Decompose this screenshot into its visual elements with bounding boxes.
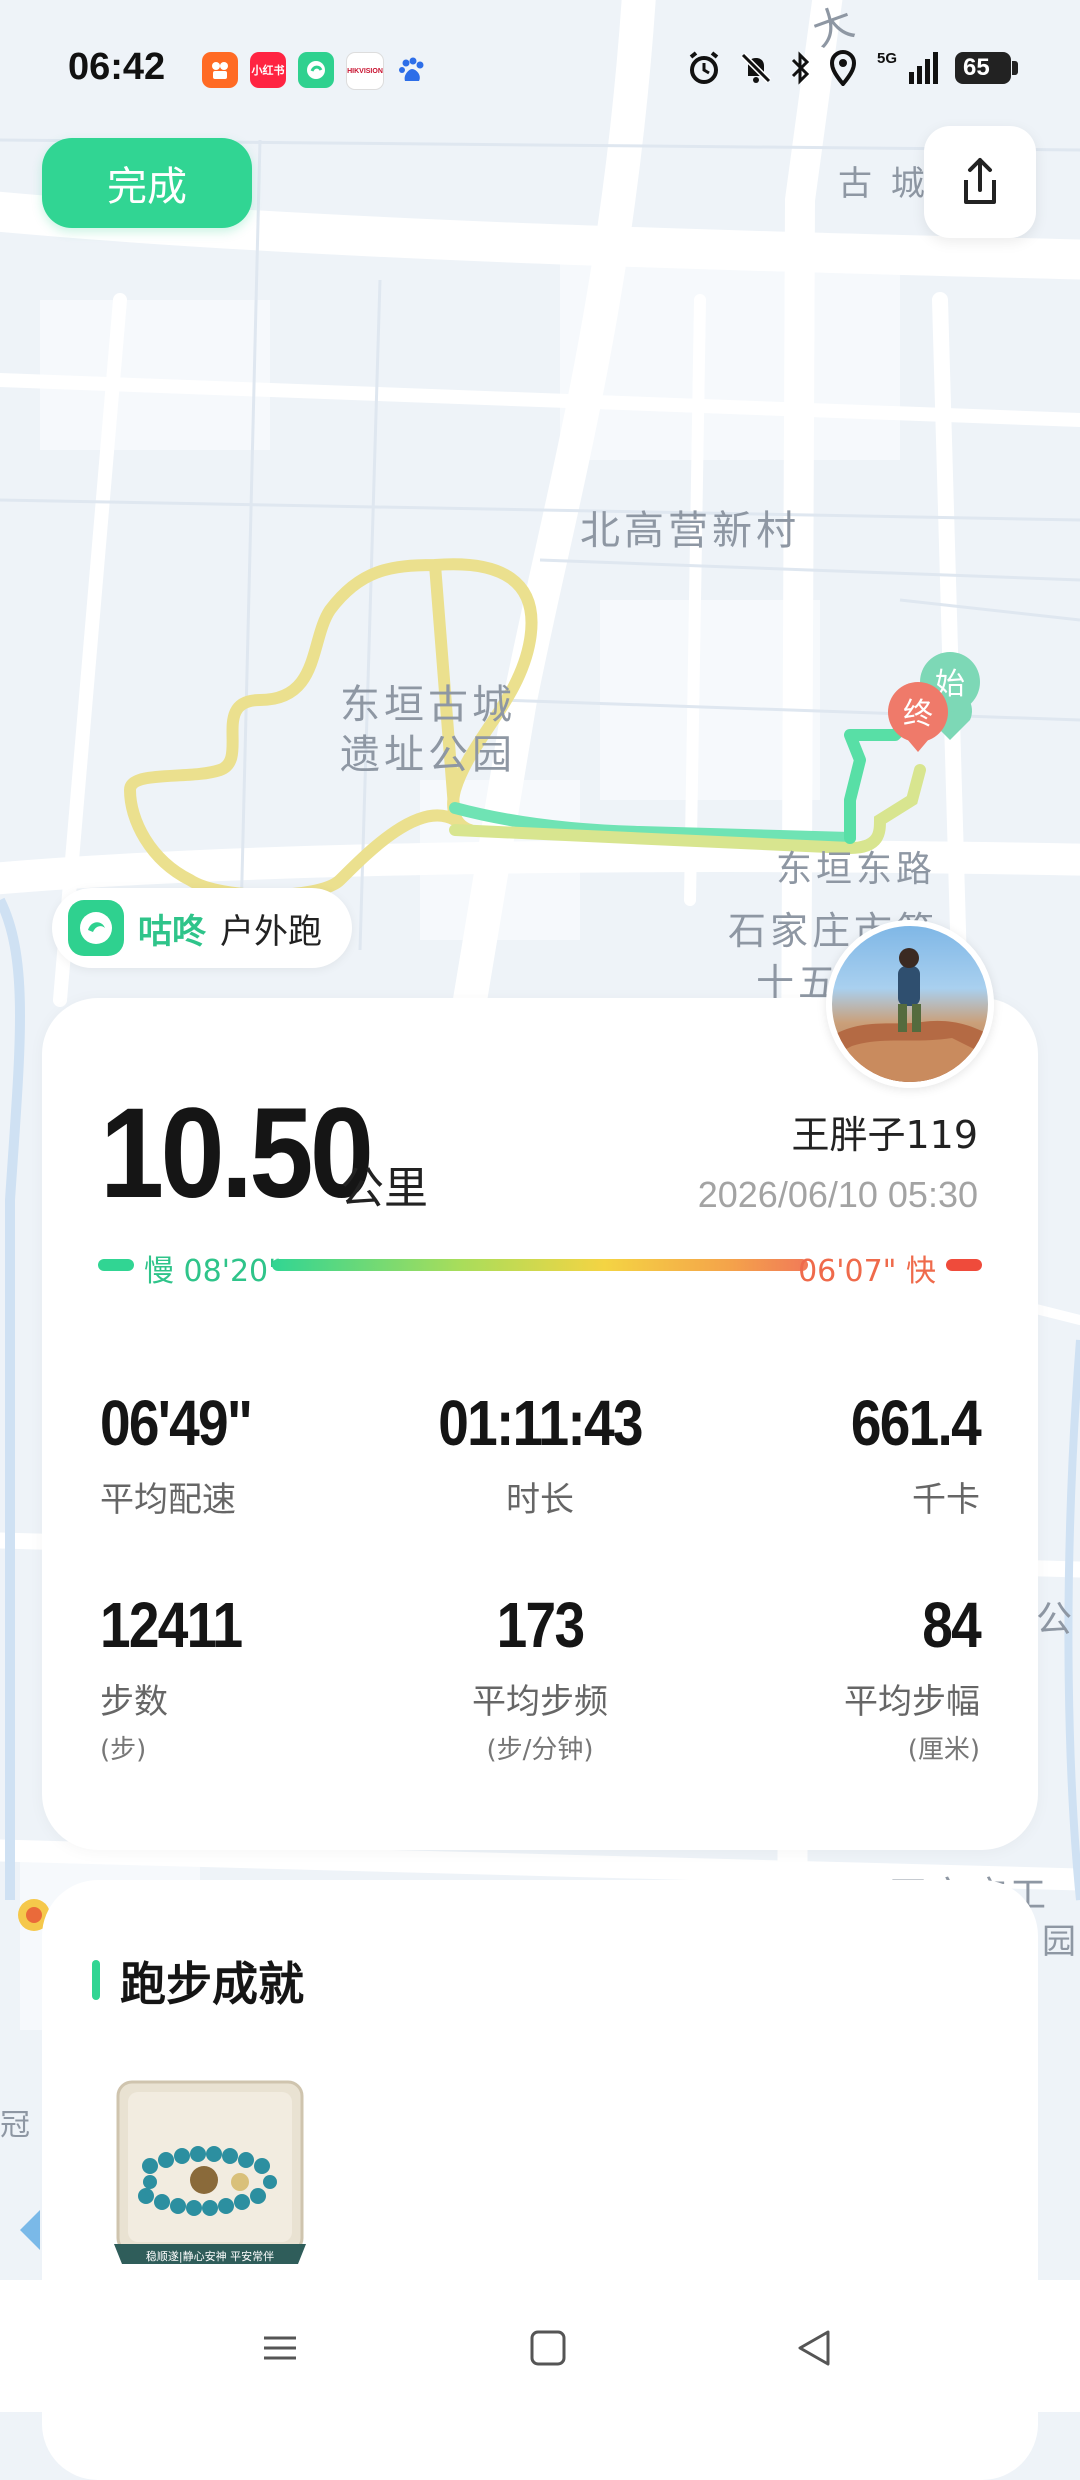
avatar[interactable] [826, 920, 994, 1088]
back-triangle-icon [798, 2330, 830, 2366]
pace-range-bar: 慢 08'20" 06'07" 快 [98, 1246, 982, 1289]
svg-text:终: 终 [903, 697, 933, 732]
pace-gradient [272, 1259, 808, 1271]
stat-unit: (步) [100, 1735, 147, 1765]
map-label-beigaoying: 北高营新村 [580, 508, 800, 554]
map-label-road: 东垣东路 [776, 849, 937, 890]
stat-value: 06'49" [100, 1387, 253, 1459]
distance-unit: 公里 [340, 1163, 428, 1214]
stat-value: 12411 [100, 1589, 243, 1661]
svg-text:5G: 5G [877, 50, 897, 67]
stat-value: 173 [496, 1589, 585, 1661]
status-bar: 06:42 小红书 HIKVISION 5G 65 [0, 0, 1080, 140]
xiaohongshu-icon: 小红书 [250, 52, 286, 88]
bracelet-medal-image: 稳顺遂|静心安神 平安常伴 [114, 2080, 306, 2264]
menu-icon [264, 2336, 296, 2360]
share-button[interactable] [924, 126, 1036, 238]
stat-value: 84 [922, 1589, 982, 1661]
map-label-gucheng: 古 城 [838, 164, 929, 204]
stat-cadence: 173 平均步频 (步/分钟) [390, 1588, 690, 1766]
stat-value: 01:11:43 [438, 1387, 643, 1459]
gudong-icon [298, 52, 334, 88]
menu-nav-button[interactable] [250, 2318, 310, 2378]
stat-steps: 12411 步数 (步) [100, 1588, 400, 1766]
stat-value: 661.4 [850, 1387, 982, 1459]
stat-label: 步数 [100, 1682, 168, 1722]
user-name: 王胖子119 [791, 1113, 978, 1157]
map-label-guan: 冠 [0, 2108, 34, 2143]
stat-stride: 84 平均步幅 (厘米) [680, 1588, 982, 1766]
svg-text:稳顺遂|静心安神 平安常伴: 稳顺遂|静心安神 平安常伴 [146, 2249, 274, 2263]
share-icon [964, 158, 996, 204]
stat-duration: 01:11:43 时长 [390, 1386, 690, 1521]
gudong-logo [68, 900, 124, 956]
clock: 06:42 [68, 46, 166, 88]
back-nav-button[interactable] [784, 2318, 844, 2378]
system-nav-bar [0, 2280, 1080, 2412]
location-icon [826, 48, 860, 88]
stat-label: 平均步幅 [844, 1682, 980, 1722]
medal-item[interactable]: 稳顺遂|静心安神 平安常伴 [100, 2076, 320, 2276]
section-accent [92, 1960, 100, 2000]
stat-label: 平均步频 [472, 1682, 608, 1722]
stat-unit: (厘米) [907, 1735, 980, 1765]
signal-5g-icon: 5G [872, 48, 944, 88]
stat-calories: 661.4 千卡 [680, 1386, 982, 1521]
done-button[interactable]: 完成 [42, 138, 252, 228]
pace-fast-label: 06'07" 快 [798, 1254, 936, 1289]
avatar-image [832, 948, 988, 1082]
sport-type: 户外跑 [220, 911, 322, 952]
mute-icon [736, 48, 776, 88]
alarm-icon [684, 48, 724, 88]
slow-indicator [98, 1259, 134, 1271]
pace-slow-label: 慢 08'20" [144, 1254, 282, 1289]
home-square-icon [530, 2330, 566, 2366]
map-label-park-2: 遗址公园 [340, 732, 516, 778]
hikvision-icon: HIKVISION [346, 52, 384, 90]
brand-chip: 咕咚 户外跑 [52, 888, 352, 968]
map-label-gong: 公 [1036, 1599, 1077, 1640]
bluetooth-icon [786, 48, 816, 88]
battery-indicator: 65 [955, 52, 1018, 84]
stat-avg-pace: 06'49" 平均配速 [100, 1386, 400, 1521]
brand-name: 咕咚 [138, 911, 206, 952]
distance-value: 10.50 [100, 1082, 374, 1225]
stat-label: 千卡 [912, 1480, 980, 1520]
stat-label: 时长 [506, 1480, 574, 1520]
baidu-icon [394, 52, 430, 88]
home-nav-button[interactable] [518, 2318, 578, 2378]
achievements-title: 跑步成就 [120, 1957, 304, 2011]
fast-indicator [946, 1259, 982, 1271]
run-date: 2026/06/10 05:30 [697, 1174, 978, 1215]
kuaishou-icon [202, 52, 238, 88]
stat-unit: (步/分钟) [486, 1735, 594, 1765]
stat-label: 平均配速 [100, 1480, 236, 1520]
